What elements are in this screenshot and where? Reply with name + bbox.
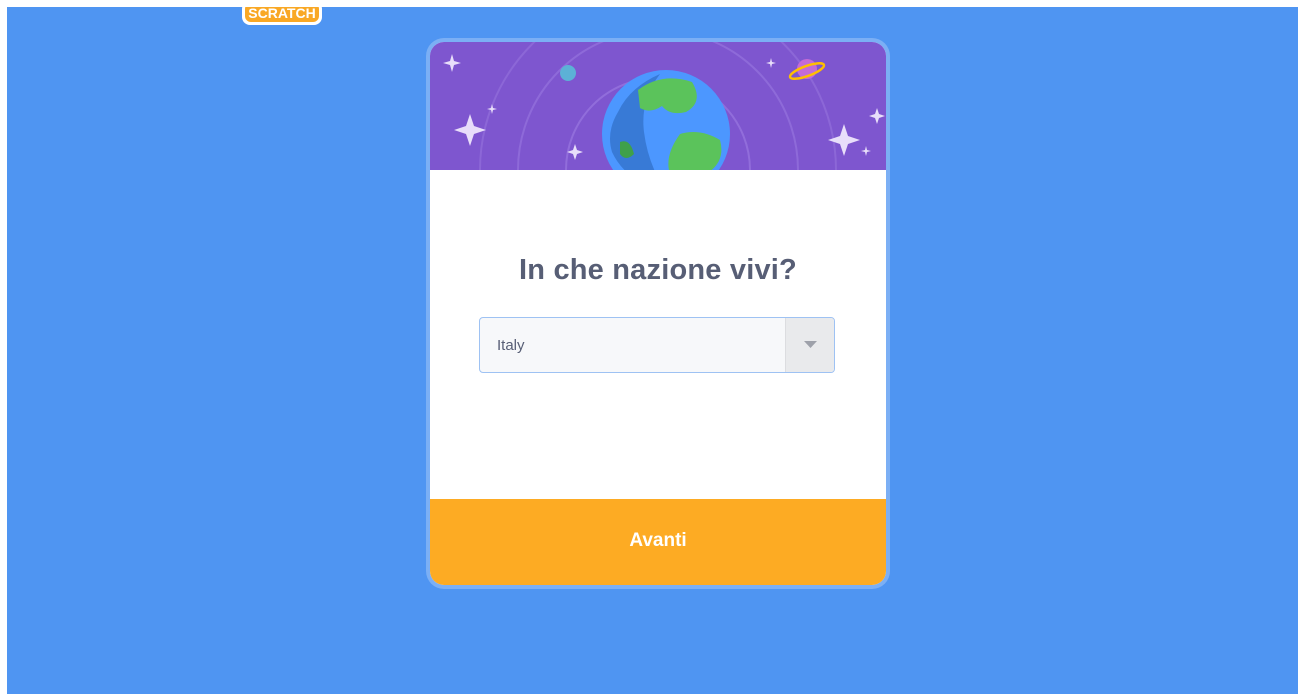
dialog-title: In che nazione vivi? (519, 254, 797, 286)
svg-text:SCRATCH: SCRATCH (248, 7, 315, 21)
select-arrow-area[interactable] (785, 318, 834, 372)
country-dialog: In che nazione vivi? Italy Avanti (430, 42, 886, 585)
chevron-down-icon (804, 341, 817, 348)
globe-illustration (443, 42, 885, 170)
country-select[interactable]: Italy (479, 317, 835, 373)
scratch-logo[interactable]: SCRATCH (241, 7, 323, 27)
scratch-logo-graphic: SCRATCH (242, 7, 322, 25)
next-button[interactable]: Avanti (430, 499, 886, 585)
globe-banner (430, 42, 886, 170)
next-button-label: Avanti (629, 530, 687, 551)
page-background: SCRATCH In che nazione vivi? Italy Avant… (7, 7, 1298, 694)
country-select-value: Italy (497, 337, 525, 354)
